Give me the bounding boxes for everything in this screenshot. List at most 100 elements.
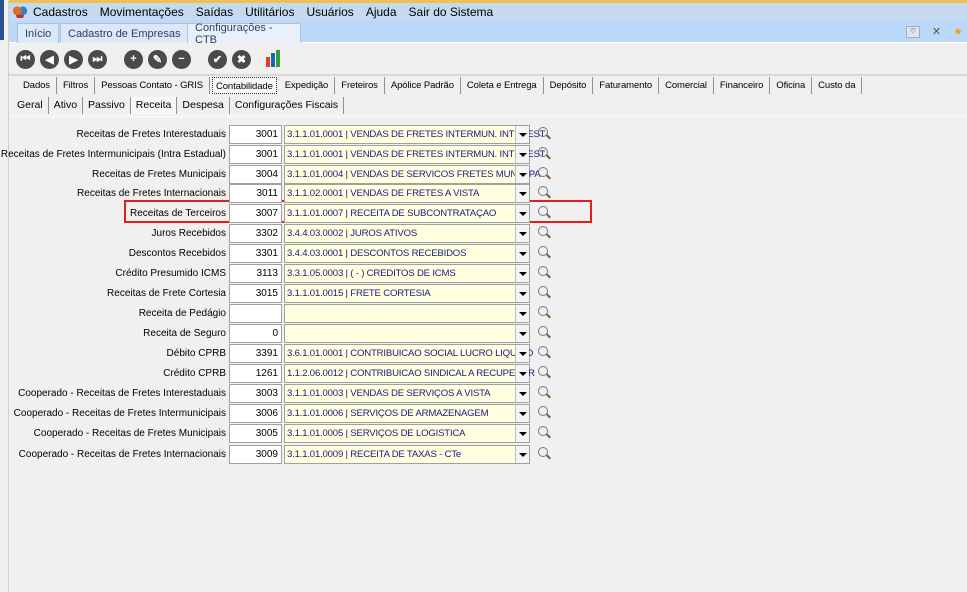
account-code-input[interactable]: 3001 [229, 145, 282, 164]
dropdown-arrow-icon[interactable] [515, 365, 529, 382]
dropdown-arrow-icon[interactable] [515, 225, 529, 242]
search-icon[interactable] [537, 185, 553, 201]
dropdown-arrow-icon[interactable] [515, 425, 529, 442]
account-select[interactable]: 1.1.2.06.0012 | CONTRIBUICAO SINDICAL A … [284, 364, 535, 383]
search-icon[interactable] [537, 325, 553, 341]
chart-settings-icon[interactable] [264, 49, 284, 69]
dropdown-arrow-icon[interactable] [515, 305, 529, 322]
account-select[interactable]: 3.4.4.03.0002 | JUROS ATIVOS [284, 224, 530, 243]
main-tab-freteiros[interactable]: Freteiros [335, 77, 385, 94]
menu-usuarios[interactable]: Usuários [306, 5, 353, 19]
account-select[interactable]: 3.1.1.01.0001 | VENDAS DE FRETES INTERMU… [284, 125, 546, 144]
dropdown-arrow-icon[interactable] [515, 345, 529, 362]
main-tab-filtros[interactable]: Filtros [57, 77, 96, 94]
next-icon[interactable]: ▶ [64, 49, 83, 69]
search-icon[interactable] [537, 305, 553, 321]
dropdown-arrow-icon[interactable] [515, 265, 529, 282]
account-code-input[interactable]: 3301 [229, 244, 282, 263]
main-tab-oficina[interactable]: Oficina [770, 77, 813, 94]
account-code-input[interactable]: 3011 [229, 184, 282, 203]
account-code-input[interactable]: 1261 [229, 364, 282, 383]
account-select[interactable]: 3.1.1.02.0001 | VENDAS DE FRETES A VISTA [284, 184, 530, 203]
main-tab-faturamento[interactable]: Faturamento [593, 77, 660, 94]
account-select[interactable] [284, 324, 530, 343]
search-icon[interactable] [537, 405, 553, 421]
search-icon[interactable] [537, 446, 553, 462]
account-code-input[interactable]: 3006 [229, 404, 282, 423]
sub-tab-despesa[interactable]: Despesa [177, 96, 230, 114]
dropdown-arrow-icon[interactable] [515, 446, 529, 463]
account-code-input[interactable] [229, 304, 282, 323]
account-select[interactable]: 3.3.1.05.0003 | ( - ) CREDITOS DE ICMS [284, 264, 530, 283]
first-icon[interactable]: ⏮ [16, 49, 35, 69]
dropdown-arrow-icon[interactable] [515, 245, 529, 262]
menu-sair[interactable]: Sair do Sistema [409, 5, 494, 19]
menu-saidas[interactable]: Saídas [196, 5, 233, 19]
account-select[interactable]: 3.1.1.01.0003 | VENDAS DE SERVIÇOS A VIS… [284, 384, 530, 403]
account-select[interactable] [284, 304, 530, 323]
search-icon[interactable] [537, 385, 553, 401]
dropdown-arrow-icon[interactable] [515, 325, 529, 342]
account-code-input[interactable]: 3391 [229, 344, 282, 363]
main-tab-custo-da[interactable]: Custo da [812, 77, 863, 94]
cancel-icon[interactable]: ✖ [232, 49, 251, 69]
last-icon[interactable]: ⏭ [88, 49, 107, 69]
main-tab-expedi-o[interactable]: Expedição [279, 77, 336, 94]
previous-icon[interactable]: ◀ [40, 49, 59, 69]
search-icon[interactable] [537, 245, 553, 261]
remove-icon[interactable]: − [172, 49, 191, 69]
account-code-input[interactable]: 3015 [229, 284, 282, 303]
account-code-input[interactable]: 3001 [229, 125, 282, 144]
account-select[interactable]: 3.6.1.01.0001 | CONTRIBUICAO SOCIAL LUCR… [284, 344, 533, 363]
main-tab-comercial[interactable]: Comercial [659, 77, 714, 94]
search-icon[interactable] [537, 425, 553, 441]
search-icon[interactable] [537, 126, 553, 142]
search-icon[interactable] [537, 365, 553, 381]
main-tab-contabilidade[interactable]: Contabilidade [211, 77, 277, 94]
account-select[interactable]: 3.1.1.01.0015 | FRETE CORTESIA [284, 284, 530, 303]
dropdown-arrow-icon[interactable] [515, 385, 529, 402]
account-select[interactable]: 3.1.1.01.0009 | RECEITA DE TAXAS - CTe [284, 445, 530, 464]
dropdown-arrow-icon[interactable] [515, 405, 529, 422]
account-select[interactable]: 3.1.1.01.0006 | SERVIÇOS DE ARMAZENAGEM [284, 404, 530, 423]
account-code-input[interactable]: 3302 [229, 224, 282, 243]
account-code-input[interactable]: 3003 [229, 384, 282, 403]
dropdown-arrow-icon[interactable] [515, 126, 529, 143]
account-select[interactable]: 3.4.4.03.0001 | DESCONTOS RECEBIDOS [284, 244, 530, 263]
account-select[interactable]: 3.1.1.01.0005 | SERVIÇOS DE LOGISTICA [284, 424, 530, 443]
account-select[interactable]: 3.1.1.01.0004 | VENDAS DE SERVICOS FRETE… [284, 165, 541, 184]
main-tab-financeiro[interactable]: Financeiro [714, 77, 771, 94]
menu-cadastros[interactable]: Cadastros [33, 5, 88, 19]
menu-utilitarios[interactable]: Utilitários [245, 5, 294, 19]
search-icon[interactable] [537, 166, 553, 182]
account-code-input[interactable]: 3113 [229, 264, 282, 283]
main-tab-coleta-e-entrega[interactable]: Coleta e Entrega [461, 77, 544, 94]
sub-tab-ativo[interactable]: Ativo [49, 96, 84, 114]
menu-ajuda[interactable]: Ajuda [366, 5, 397, 19]
dropdown-arrow-icon[interactable] [515, 285, 529, 302]
sub-tab-receita[interactable]: Receita [130, 96, 178, 114]
account-code-input[interactable]: 3009 [229, 445, 282, 464]
account-select[interactable]: 3.1.1.01.0001 | VENDAS DE FRETES INTERMU… [284, 145, 546, 164]
search-icon[interactable] [537, 265, 553, 281]
doc-tab-configuracoes-ctb[interactable]: Configurações - CTB [187, 22, 301, 46]
search-icon[interactable] [537, 285, 553, 301]
heart-icon[interactable]: ♡ [905, 25, 920, 38]
dropdown-arrow-icon[interactable] [515, 166, 529, 183]
main-tab-pessoas-contato-gris[interactable]: Pessoas Contato - GRIS [95, 77, 210, 94]
sub-tab-configura-es-fiscais[interactable]: Configurações Fiscais [230, 96, 345, 114]
unpin-icon[interactable]: ✕ [932, 25, 941, 38]
search-icon[interactable] [537, 146, 553, 162]
sub-tab-geral[interactable]: Geral [12, 96, 49, 114]
account-code-input[interactable]: 3007 [229, 204, 282, 223]
main-tab-dados[interactable]: Dados [17, 77, 57, 94]
search-icon[interactable] [537, 345, 553, 361]
dropdown-arrow-icon[interactable] [515, 185, 529, 202]
star-icon[interactable]: ★ [953, 25, 963, 38]
doc-tab-cadastro-empresas[interactable]: Cadastro de Empresas✕ [60, 23, 208, 43]
dropdown-arrow-icon[interactable] [515, 205, 529, 222]
account-select[interactable]: 3.1.1.01.0007 | RECEITA DE SUBCONTRATAÇA… [284, 204, 530, 223]
search-icon[interactable] [537, 205, 553, 221]
main-tab-ap-lice-padr-o[interactable]: Apólice Padrão [385, 77, 461, 94]
menu-movimentacoes[interactable]: Movimentações [100, 5, 184, 19]
